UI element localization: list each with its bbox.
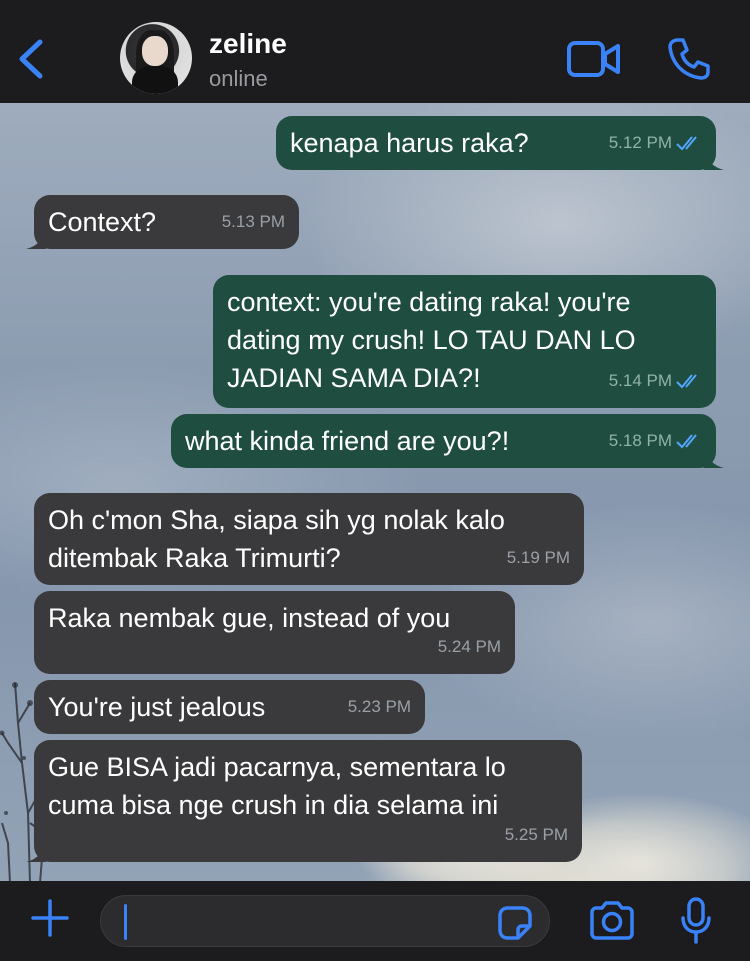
message-meta: 5.19 PM bbox=[507, 539, 570, 577]
plus-icon[interactable] bbox=[30, 898, 70, 938]
outgoing-message[interactable]: kenapa harus raka? 5.12 PM bbox=[276, 116, 724, 170]
bubble-tail bbox=[704, 150, 724, 170]
bubble-tail bbox=[26, 229, 46, 249]
message-time: 5.14 PM bbox=[608, 371, 672, 390]
message-meta: 5.14 PM bbox=[609, 362, 702, 400]
text-cursor bbox=[124, 904, 127, 940]
message-time: 5.18 PM bbox=[608, 431, 672, 450]
read-ticks-icon bbox=[676, 136, 697, 151]
incoming-message[interactable]: Raka nembak gue, instead of you 5.24 PM bbox=[34, 591, 515, 674]
message-meta: 5.23 PM bbox=[348, 688, 411, 726]
contact-status: online bbox=[209, 66, 268, 91]
message-time: 5.13 PM bbox=[221, 212, 285, 231]
message-time: 5.25 PM bbox=[504, 825, 568, 844]
read-ticks-icon bbox=[676, 374, 697, 389]
message-text: Oh c'mon Sha, siapa sih yg nolak kalo di… bbox=[48, 505, 513, 573]
incoming-message[interactable]: Context? 5.13 PM bbox=[26, 195, 299, 249]
message-meta: 5.25 PM bbox=[505, 816, 568, 854]
outgoing-message[interactable]: context: you're dating raka! you're dati… bbox=[213, 275, 716, 408]
message-time: 5.19 PM bbox=[506, 548, 570, 567]
sticker-icon[interactable] bbox=[496, 904, 534, 942]
message-text: Raka nembak gue, instead of you bbox=[48, 603, 451, 633]
message-meta: 5.24 PM bbox=[438, 628, 501, 666]
message-input[interactable] bbox=[100, 895, 550, 947]
bubble-tail bbox=[704, 448, 724, 468]
message-text: Gue BISA jadi pacarnya, sementara lo cum… bbox=[48, 752, 514, 820]
avatar[interactable] bbox=[120, 22, 192, 94]
outgoing-message[interactable]: what kinda friend are you?! 5.18 PM bbox=[171, 414, 724, 468]
camera-icon[interactable] bbox=[588, 900, 636, 942]
video-camera-icon[interactable] bbox=[566, 38, 622, 80]
chevron-left-icon[interactable] bbox=[14, 36, 50, 82]
message-meta: 5.13 PM bbox=[222, 203, 285, 241]
contact-name[interactable]: zeline bbox=[209, 28, 287, 60]
read-ticks-icon bbox=[676, 434, 697, 449]
incoming-message[interactable]: Gue BISA jadi pacarnya, sementara lo cum… bbox=[26, 740, 582, 862]
incoming-message[interactable]: Oh c'mon Sha, siapa sih yg nolak kalo di… bbox=[34, 493, 584, 585]
bubble-tail bbox=[26, 842, 46, 862]
message-meta: 5.12 PM bbox=[609, 124, 702, 162]
message-meta: 5.18 PM bbox=[609, 422, 702, 460]
message-time: 5.23 PM bbox=[347, 697, 411, 716]
message-time: 5.12 PM bbox=[608, 133, 672, 152]
microphone-icon[interactable] bbox=[680, 896, 712, 946]
chat-area[interactable]: kenapa harus raka? 5.12 PM Context? 5.13… bbox=[0, 103, 750, 881]
message-time: 5.24 PM bbox=[437, 637, 501, 656]
phone-icon[interactable] bbox=[666, 36, 712, 82]
chat-header: zeline online bbox=[0, 0, 750, 103]
incoming-message[interactable]: You're just jealous 5.23 PM bbox=[34, 680, 425, 734]
